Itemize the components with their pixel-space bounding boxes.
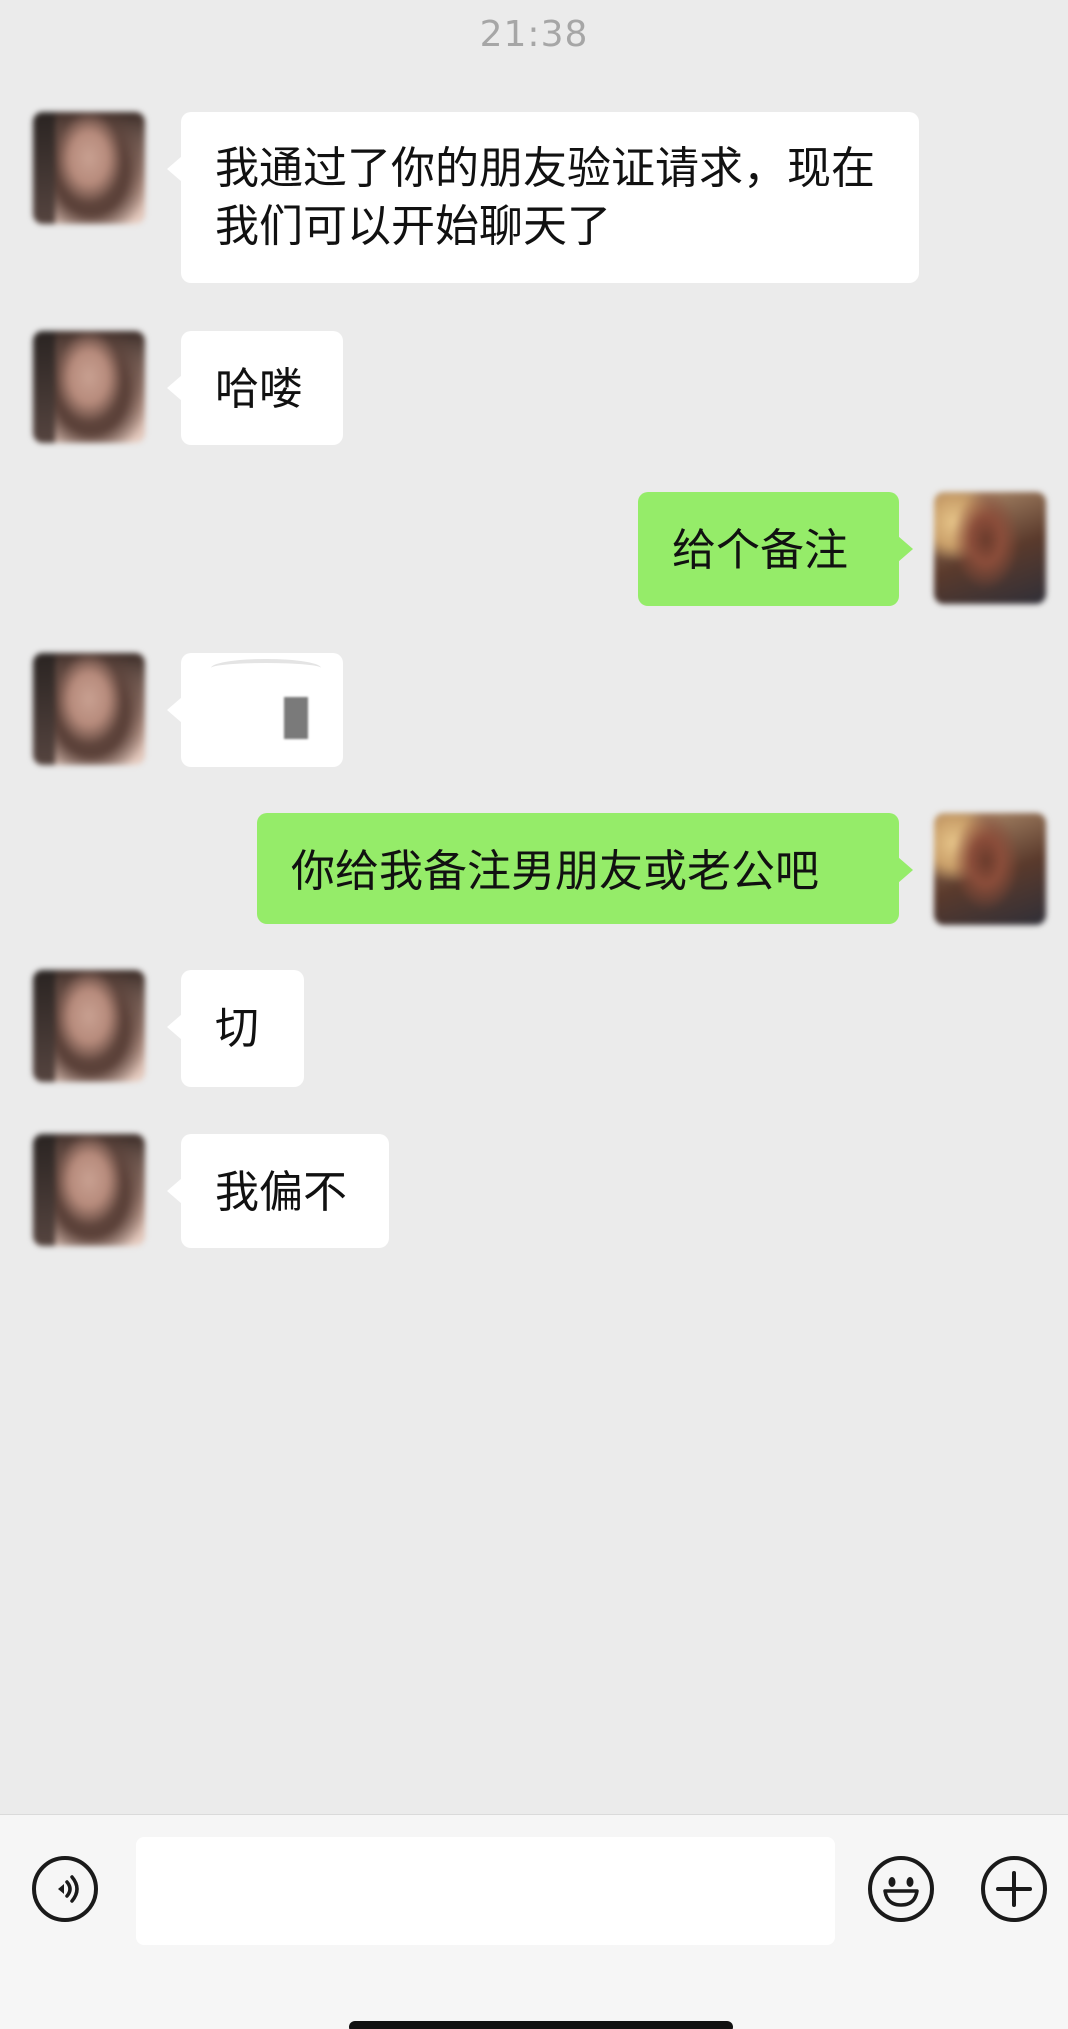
voice-icon[interactable] — [32, 1856, 98, 1922]
incoming-message-bubble[interactable]: 哈喽 — [167, 331, 343, 445]
contact-avatar[interactable] — [33, 112, 145, 224]
outgoing-message-bubble[interactable]: 你给我备注男朋友或老公吧 — [257, 813, 913, 924]
chat-timestamp: 21:38 — [479, 14, 589, 55]
message-text: 哈喽 — [215, 364, 303, 415]
plus-icon[interactable] — [981, 1856, 1047, 1922]
sticker-message-bubble[interactable] — [167, 653, 343, 767]
incoming-message-bubble[interactable]: 我偏不 — [167, 1134, 389, 1248]
contact-avatar[interactable] — [33, 331, 145, 443]
sticker-image — [284, 697, 308, 739]
smiley-icon[interactable] — [868, 1856, 934, 1922]
incoming-message-bubble[interactable]: 我通过了你的朋友验证请求，现在我们可以开始聊天了 — [167, 112, 919, 283]
message-text: 给个备注 — [672, 525, 848, 576]
my-avatar[interactable] — [934, 492, 1046, 604]
plus-icon-glyph — [996, 1871, 1032, 1907]
message-text: 我偏不 — [215, 1167, 347, 1218]
home-indicator — [349, 2021, 733, 2029]
voice-icon-glyph — [58, 1875, 79, 1903]
contact-avatar[interactable] — [33, 1134, 145, 1246]
message-input[interactable] — [136, 1837, 835, 1945]
chat-screen: 21:38 我通过了你的朋友验证请求，现在我们可以开始聊天了 哈喽 给个备注 你… — [0, 0, 1068, 2029]
message-text: 切 — [215, 1003, 259, 1054]
smiley-icon-glyph — [883, 1877, 919, 1907]
contact-avatar[interactable] — [33, 653, 145, 765]
outgoing-message-bubble[interactable]: 给个备注 — [638, 492, 913, 606]
message-text: 我通过了你的朋友验证请求，现在我们可以开始聊天了 — [215, 143, 875, 252]
chat-input-bar — [0, 1814, 1068, 2029]
contact-avatar[interactable] — [33, 970, 145, 1082]
incoming-message-bubble[interactable]: 切 — [167, 970, 304, 1087]
sticker-stroke — [211, 659, 321, 677]
my-avatar[interactable] — [934, 813, 1046, 925]
message-text: 你给我备注男朋友或老公吧 — [291, 846, 819, 897]
